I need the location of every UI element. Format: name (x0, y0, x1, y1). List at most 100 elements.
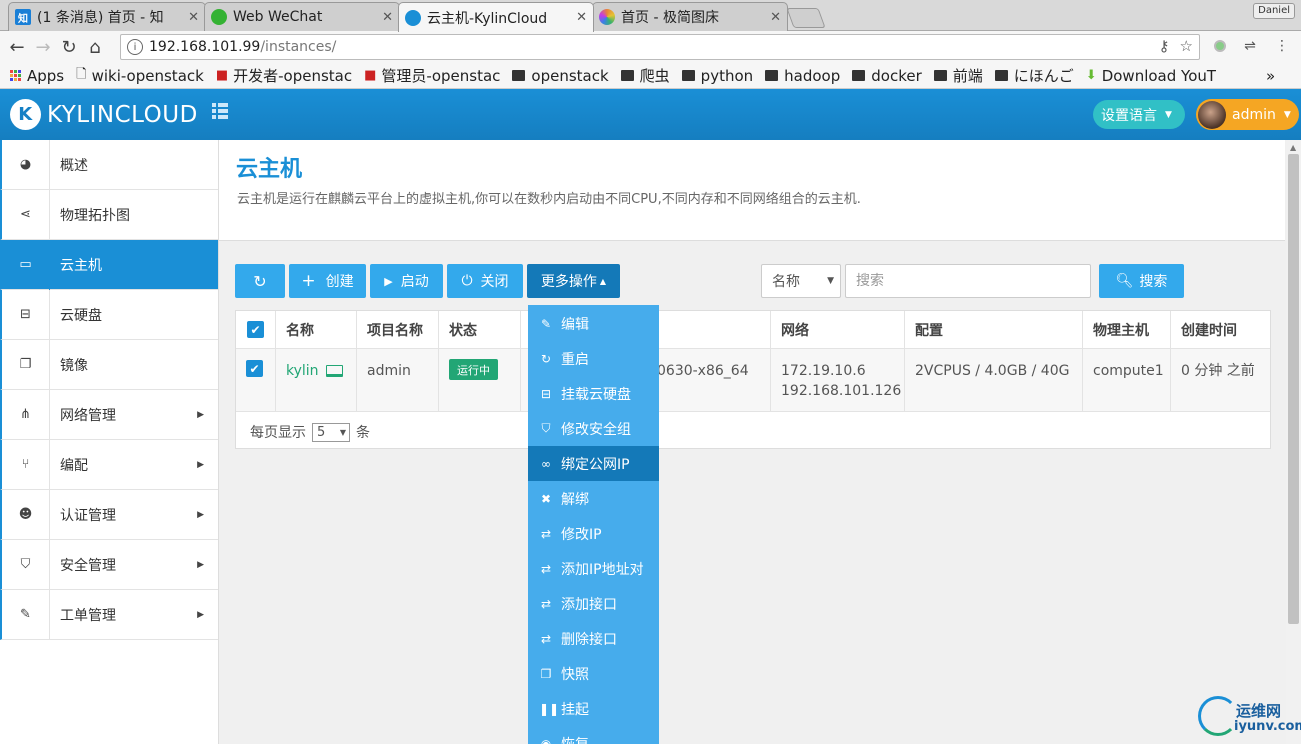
close-icon[interactable]: ✕ (382, 10, 393, 25)
key-icon[interactable]: ⚷ (1159, 37, 1170, 55)
menu-item[interactable]: ◉ 恢复 (528, 726, 659, 744)
stop-button[interactable]: ⏻ 关闭 (447, 264, 523, 298)
page-scrollbar[interactable]: ▲ (1286, 140, 1301, 744)
browser-tab-wechat[interactable]: Web WeChat ✕ (204, 2, 400, 31)
scroll-up-icon[interactable]: ▲ (1290, 143, 1296, 152)
shield-icon: ⛉ (2, 539, 50, 590)
user-menu-button[interactable]: admin ▼ (1196, 99, 1299, 130)
language-button[interactable]: 设置语言 ▼ (1093, 100, 1185, 129)
search-button[interactable]: 🔍︎ 搜索 (1099, 264, 1184, 298)
laptop-icon: ▭ (2, 239, 50, 290)
menu-item[interactable]: ❐ 快照 (528, 656, 659, 691)
menu-item[interactable]: ↻ 重启 (528, 341, 659, 376)
sidebar-item[interactable]: ⊟ 云硬盘 (0, 289, 218, 340)
bookmark-wiki-openstack[interactable]: 🗋 wiki-openstack (76, 65, 204, 87)
sidebar-item-label: 概述 (60, 157, 88, 174)
col-header-host[interactable]: 物理主机 (1083, 311, 1149, 348)
sidebar-item[interactable]: ▭ 云主机 (0, 239, 218, 290)
info-icon[interactable]: i (127, 39, 143, 55)
start-button[interactable]: ▶ 启动 (370, 264, 443, 298)
menu-item-label: 添加接口 (561, 596, 617, 613)
profile-button[interactable]: Daniel (1253, 3, 1295, 19)
forward-arrow-icon[interactable]: → (30, 34, 56, 60)
menu-item[interactable]: ⇄ 添加接口 (528, 586, 659, 621)
menu-icon[interactable]: ⋮ (1272, 36, 1292, 56)
row-checkbox[interactable]: ✔ (246, 360, 263, 377)
browser-tab-imagehost[interactable]: 首页 - 极简图床 ✕ (592, 2, 788, 31)
folder-icon (933, 70, 947, 81)
address-bar[interactable]: i 192.168.101.99/instances/ ⚷ ☆ (120, 34, 1200, 60)
close-icon[interactable]: ✕ (576, 10, 587, 25)
caret-down-icon: ▼ (1283, 109, 1291, 120)
menu-item[interactable]: ⛉ 修改安全组 (528, 411, 659, 446)
sidebar-item-label: 工单管理 (60, 607, 116, 624)
caret-right-icon: ▶ (197, 459, 204, 470)
shield-icon: ⛉ (541, 421, 551, 435)
menu-item[interactable]: ∞ 绑定公网IP (528, 446, 659, 481)
home-icon[interactable]: ⌂ (82, 34, 108, 60)
menu-item[interactable]: ⊟ 挂载云硬盘 (528, 376, 659, 411)
page-size-select[interactable]: 5 ▼ (312, 422, 350, 442)
power-icon: ⏻ (461, 273, 473, 289)
col-header-project[interactable]: 项目名称 (357, 311, 423, 348)
bookmark-frontend[interactable]: 前端 (933, 65, 983, 86)
sidebar-item[interactable]: ✎ 工单管理 ▶ (0, 589, 218, 640)
play-icon: ▶ (384, 274, 393, 288)
bookmark-download-youtube[interactable]: ⬇ Download YouT (1086, 67, 1216, 85)
col-header-config[interactable]: 配置 (905, 311, 943, 348)
bookmark-apps[interactable]: Apps (10, 67, 64, 85)
back-arrow-icon[interactable]: ← (4, 34, 30, 60)
reload-icon[interactable]: ↻ (56, 34, 82, 60)
browser-tab-zhihu[interactable]: 知 (1 条消息) 首页 - 知 ✕ (8, 2, 206, 31)
console-laptop-icon[interactable] (325, 365, 343, 377)
select-all-checkbox[interactable]: ✔ (247, 321, 264, 338)
sidebar-item[interactable]: ◕ 概述 (0, 139, 218, 190)
col-header-status[interactable]: 状态 (439, 311, 477, 348)
menu-item[interactable]: ❚❚ 挂起 (528, 691, 659, 726)
bookmark-admin-openstack[interactable]: ■ 管理员-openstac (364, 65, 500, 86)
star-icon[interactable]: ☆ (1180, 37, 1193, 55)
close-icon[interactable]: ✕ (770, 10, 781, 25)
bookmarks-bar: Apps 🗋 wiki-openstack ■ 开发者-openstac ■ 管理员-… (0, 63, 1301, 89)
bookmark-spider[interactable]: 爬虫 (620, 65, 670, 86)
more-bookmarks-button[interactable]: » (1266, 67, 1275, 85)
menu-item[interactable]: ⇄ 修改IP (528, 516, 659, 551)
sidebar-item-label: 网络管理 (60, 407, 116, 424)
bookmark-docker[interactable]: docker (852, 67, 922, 85)
bookmark-python[interactable]: python (681, 67, 753, 85)
instance-link[interactable]: kylin (286, 361, 319, 381)
sidebar-item-label: 物理拓扑图 (60, 207, 130, 224)
sidebar-item[interactable]: ⑂ 编配 ▶ (0, 439, 218, 490)
extension-circle-icon[interactable] (1210, 36, 1230, 56)
menu-item[interactable]: ✎ 编辑 (528, 306, 659, 341)
new-tab-button[interactable] (786, 8, 826, 28)
search-input[interactable] (845, 264, 1091, 298)
bookmark-developer-openstack[interactable]: ■ 开发者-openstac (216, 65, 352, 86)
scrollbar-thumb[interactable] (1288, 154, 1299, 624)
refresh-button[interactable]: ↻ (235, 264, 285, 298)
translate-icon[interactable]: ⇌ (1240, 36, 1260, 56)
menu-item[interactable]: ⇄ 删除接口 (528, 621, 659, 656)
col-header-name[interactable]: 名称 (276, 311, 314, 348)
close-icon[interactable]: ✕ (188, 10, 199, 25)
browser-tab-kylincloud[interactable]: 云主机-KylinCloud ✕ (398, 2, 594, 32)
folder-icon (681, 70, 695, 81)
list-toggle-icon[interactable] (212, 103, 228, 119)
sidebar-item[interactable]: ☻ 认证管理 ▶ (0, 489, 218, 540)
menu-item[interactable]: ✖ 解绑 (528, 481, 659, 516)
sidebar-item[interactable]: ⛉ 安全管理 ▶ (0, 539, 218, 590)
col-header-created[interactable]: 创建时间 (1171, 311, 1237, 348)
browser-tab-strip: 知 (1 条消息) 首页 - 知 ✕ Web WeChat ✕ 云主机-Kyli… (0, 0, 1301, 32)
create-button[interactable]: + 创建 (289, 264, 366, 298)
bookmark-nihongo[interactable]: にほんご (994, 65, 1074, 86)
more-actions-button[interactable]: 更多操作 ▲ (527, 264, 620, 298)
bookmark-openstack[interactable]: openstack (512, 67, 609, 85)
sidebar-item[interactable]: ❐ 镜像 (0, 339, 218, 390)
search-field-select[interactable]: 名称 ▼ (761, 264, 841, 298)
sidebar-item[interactable]: ⋔ 网络管理 ▶ (0, 389, 218, 440)
col-header-network[interactable]: 网络 (771, 311, 809, 348)
menu-item[interactable]: ⇄ 添加IP地址对 (528, 551, 659, 586)
bookmark-hadoop[interactable]: hadoop (765, 67, 840, 85)
sidebar-item[interactable]: ⋖ 物理拓扑图 (0, 189, 218, 240)
brand-logo[interactable]: K KYLINCLOUD (10, 99, 198, 130)
